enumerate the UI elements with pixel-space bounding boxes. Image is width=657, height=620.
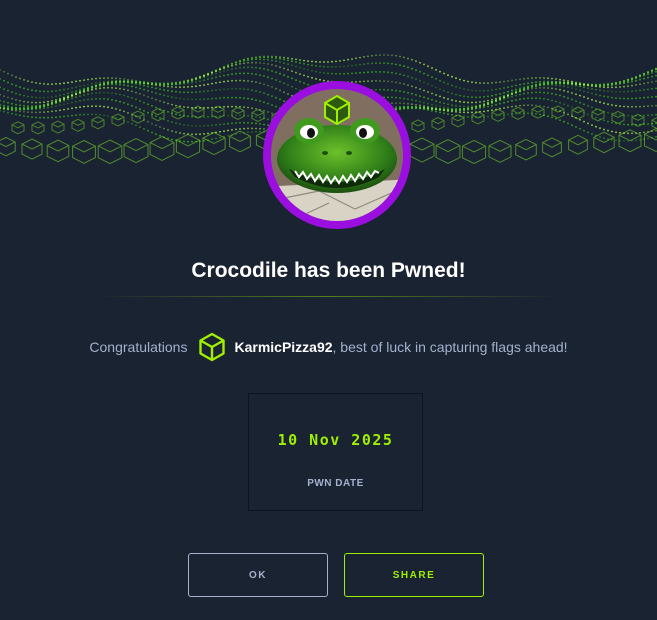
hexagon-cube-icon <box>196 331 228 363</box>
crocodile-head <box>277 118 397 193</box>
pwn-date-card: 10 Nov 2025 PWN DATE <box>248 393 423 511</box>
pwn-date-label: PWN DATE <box>307 478 364 489</box>
congrats-message: Congratulations KarmicPizza92 , best of … <box>0 328 657 366</box>
congrats-prefix: Congratulations <box>89 339 188 355</box>
congrats-suffix: , best of luck in capturing flags ahead! <box>332 339 568 355</box>
machine-avatar <box>259 77 415 233</box>
username-link[interactable]: KarmicPizza92 <box>234 339 332 355</box>
pwned-title: Crocodile has been Pwned! <box>191 259 466 282</box>
pwned-dialog: Crocodile has been Pwned! Congratulation… <box>0 0 657 620</box>
ok-button[interactable]: OK <box>188 553 328 597</box>
pwn-date-value: 10 Nov 2025 <box>277 431 394 449</box>
share-button[interactable]: SHARE <box>344 553 484 597</box>
title-divider <box>96 296 561 297</box>
hexagon-cube-icon <box>324 94 350 126</box>
